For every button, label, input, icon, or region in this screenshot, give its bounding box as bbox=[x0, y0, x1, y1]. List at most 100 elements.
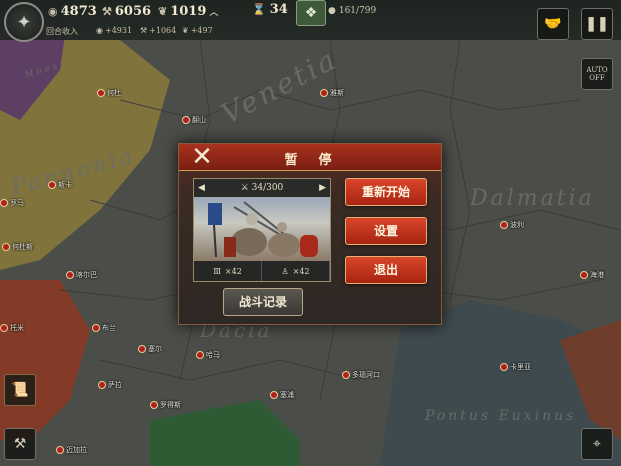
city-marker[interactable]: 卡里亚 bbox=[500, 362, 531, 372]
city-marker[interactable]: 迈加拉 bbox=[56, 445, 87, 455]
compass-icon: ✦ bbox=[16, 11, 32, 33]
city-dot bbox=[138, 345, 146, 353]
auto-state: OFF bbox=[589, 74, 605, 82]
quest-button[interactable]: 📜 bbox=[4, 374, 36, 406]
city-marker[interactable]: 罗马 bbox=[0, 198, 24, 208]
unit-count-b-value: ×42 bbox=[292, 266, 310, 276]
unit-count-a: Ⅲ ×42 bbox=[194, 261, 262, 281]
city-name: 波利 bbox=[510, 221, 524, 229]
city-name: 罗马 bbox=[10, 199, 24, 207]
city-name: 罗得斯 bbox=[160, 401, 181, 409]
city-dot bbox=[48, 181, 56, 189]
city-dot bbox=[98, 381, 106, 389]
city-marker[interactable]: 波利 bbox=[500, 220, 524, 230]
industry-income-value: +1064 bbox=[149, 26, 177, 35]
diplomacy-button[interactable]: 🤝 bbox=[537, 8, 569, 40]
income-label: 回合收入 bbox=[46, 27, 78, 36]
map-view-button[interactable]: ⌖ bbox=[581, 428, 613, 460]
city-marker[interactable]: 罗得斯 bbox=[150, 400, 181, 410]
food-resource: ❦ 1019 ︿ bbox=[158, 4, 218, 19]
gold-income: ◉ +4931 bbox=[96, 26, 132, 35]
dialog-header: ✕ 暂 停 bbox=[179, 144, 441, 171]
sword-icon: ⚔ bbox=[240, 183, 252, 193]
faction-eagle-icon[interactable]: ❖ bbox=[296, 0, 326, 26]
map-icon: ⌖ bbox=[593, 436, 601, 452]
industry-value: 6056 bbox=[114, 4, 152, 19]
city-name: 托米 bbox=[10, 324, 24, 332]
soldier-icon: ♙ bbox=[281, 266, 289, 276]
gold-income-value: +4931 bbox=[104, 26, 133, 35]
city-dot bbox=[580, 271, 588, 279]
wheat-icon: ❦ bbox=[182, 26, 189, 35]
city-marker[interactable]: 多瑙河口 bbox=[342, 370, 380, 380]
caret-up-icon[interactable]: ︿ bbox=[209, 5, 218, 18]
city-name: 卡里亚 bbox=[510, 363, 531, 371]
auto-label: AUTO bbox=[586, 66, 608, 74]
handshake-icon: 🤝 bbox=[544, 16, 562, 32]
coin-icon: ◉ bbox=[96, 26, 103, 35]
city-marker[interactable]: 何杜 bbox=[97, 88, 121, 98]
battle-count-value: 34/300 bbox=[251, 183, 284, 193]
food-income-value: +497 bbox=[190, 26, 213, 35]
city-dot bbox=[320, 89, 328, 97]
city-dot bbox=[500, 221, 508, 229]
auto-button[interactable]: AUTO OFF bbox=[581, 58, 613, 90]
city-marker[interactable]: 哈马 bbox=[196, 350, 220, 360]
city-marker[interactable]: 塞浦 bbox=[270, 390, 294, 400]
gold-resource: ◉ 4873 bbox=[48, 4, 97, 19]
city-name: 布兰 bbox=[102, 324, 116, 332]
city-marker[interactable]: 塞尔 bbox=[138, 344, 162, 354]
resource-bar: ✦ ◉ 4873 ⚒ 6056 ❦ 1019 ︿ 回合收入 ◉ +4931 ⚒ +1… bbox=[0, 0, 621, 42]
city-marker[interactable]: 何杜斯 bbox=[2, 242, 33, 252]
restart-button[interactable]: 重新开始 bbox=[345, 178, 427, 206]
battle-scene bbox=[208, 201, 318, 258]
city-marker[interactable]: 海港 bbox=[580, 270, 604, 280]
leader-portrait[interactable]: ✦ bbox=[4, 2, 44, 42]
quit-button[interactable]: 退出 bbox=[345, 256, 427, 284]
city-name: 喀尔巴 bbox=[76, 271, 97, 279]
map-label-region: Pontus Euxinus bbox=[425, 408, 577, 424]
battle-log-button[interactable]: 战斗记录 bbox=[223, 288, 303, 316]
unit-count-a-value: ×42 bbox=[224, 266, 242, 276]
wheat-icon: ❦ bbox=[158, 5, 168, 18]
battle-count: ⚔ 34/300 bbox=[241, 183, 284, 193]
turn-counter: ⌛ 34 bbox=[252, 2, 288, 17]
city-dot bbox=[150, 401, 158, 409]
city-marker[interactable]: 喀尔巴 bbox=[66, 270, 97, 280]
food-income: ❦ +497 bbox=[182, 26, 213, 35]
city-name: 何杜 bbox=[107, 89, 121, 97]
population-counter: ● 161/799 bbox=[328, 6, 376, 16]
city-marker[interactable]: 布兰 bbox=[92, 323, 116, 333]
city-dot bbox=[0, 199, 8, 207]
city-marker[interactable]: 斯卡 bbox=[48, 180, 72, 190]
city-dot bbox=[196, 351, 204, 359]
hammer-icon: ⚒ bbox=[102, 5, 112, 18]
city-name: 海港 bbox=[590, 271, 604, 279]
scroll-icon: 📜 bbox=[11, 382, 29, 398]
gold-value: 4873 bbox=[60, 4, 97, 19]
unit-count-b: ♙ ×42 bbox=[262, 261, 330, 281]
build-button[interactable]: ⚒ bbox=[4, 428, 36, 460]
settings-button[interactable]: 设置 bbox=[345, 217, 427, 245]
turn-value: 34 bbox=[269, 2, 288, 17]
city-dot bbox=[500, 363, 508, 371]
battle-summary-panel: ◀ ⚔ 34/300 ▶ Ⅲ ×42 ♙ ×42 bbox=[193, 178, 331, 282]
battle-illustration bbox=[194, 197, 330, 261]
pause-button[interactable]: ❚❚ bbox=[581, 8, 613, 40]
column-icon: Ⅲ bbox=[213, 266, 221, 276]
chevron-right-icon[interactable]: ▶ bbox=[319, 183, 326, 193]
city-marker[interactable]: 雅斯 bbox=[320, 88, 344, 98]
city-name: 塞浦 bbox=[280, 391, 294, 399]
person-icon: ● bbox=[328, 6, 336, 16]
chevron-left-icon[interactable]: ◀ bbox=[198, 183, 205, 193]
city-name: 萨拉 bbox=[108, 381, 122, 389]
city-dot bbox=[0, 324, 8, 332]
city-dot bbox=[97, 89, 105, 97]
coin-icon: ◉ bbox=[48, 5, 58, 18]
pause-dialog: ✕ 暂 停 ◀ ⚔ 34/300 ▶ Ⅲ ×42 ♙ ×42 重新开始 设置 退… bbox=[178, 143, 442, 325]
city-marker[interactable]: 托米 bbox=[0, 323, 24, 333]
city-dot bbox=[66, 271, 74, 279]
city-marker[interactable]: 翻山 bbox=[182, 115, 206, 125]
unit-counts: Ⅲ ×42 ♙ ×42 bbox=[194, 261, 330, 281]
city-marker[interactable]: 萨拉 bbox=[98, 380, 122, 390]
